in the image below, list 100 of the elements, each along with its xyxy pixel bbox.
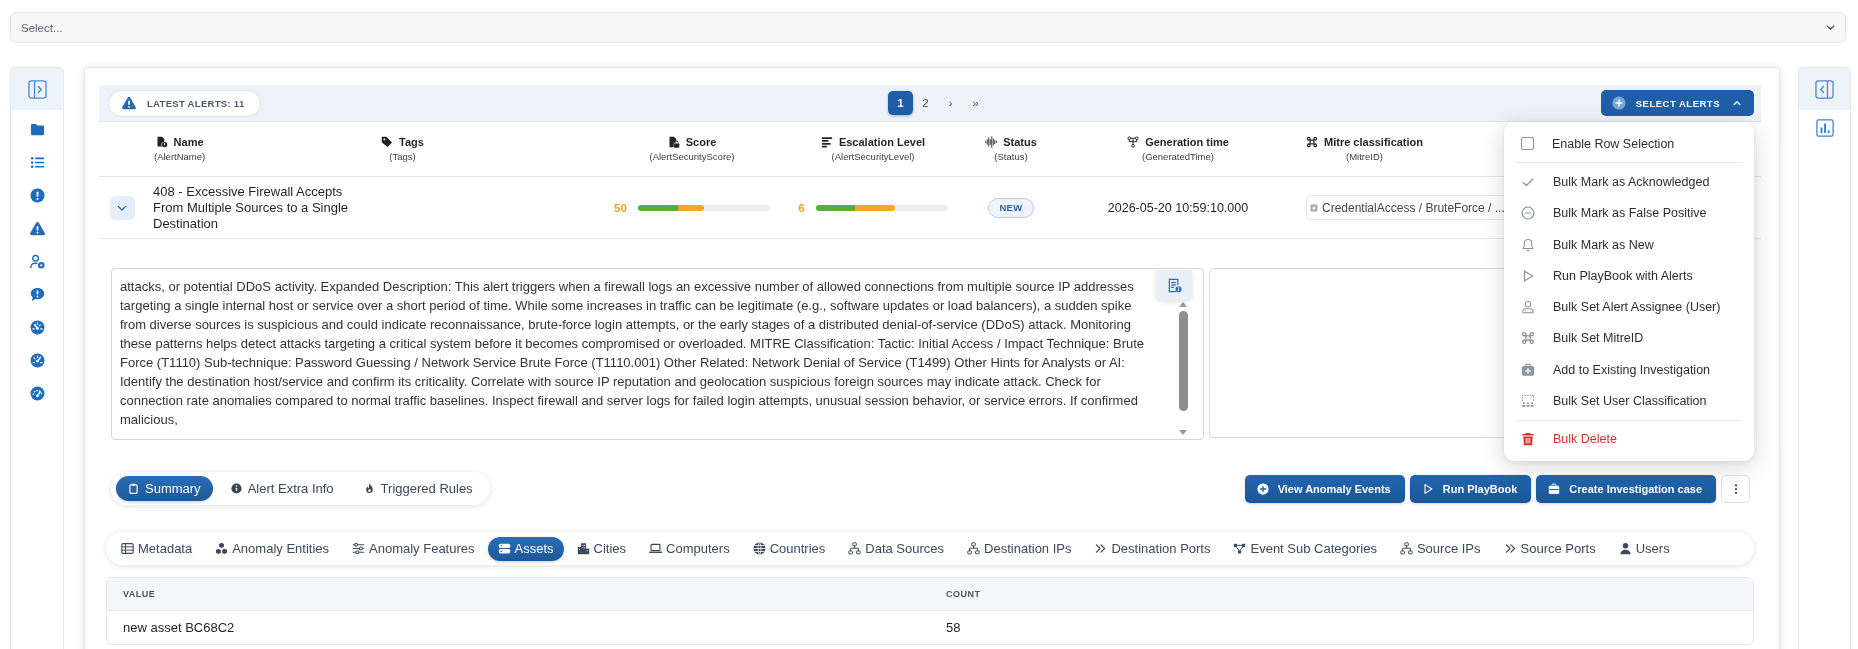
play-icon: [1521, 268, 1535, 283]
menu-item[interactable]: Bulk Delete: [1516, 423, 1742, 455]
tab[interactable]: Computers: [639, 536, 740, 561]
sidebar-expand-icon[interactable]: [27, 79, 47, 99]
tab[interactable]: Countries: [742, 536, 836, 561]
chevrons-right-icon: [1094, 542, 1108, 555]
column-title: Name: [173, 136, 204, 148]
menu-item[interactable]: Bulk Set User Classification: [1516, 385, 1742, 417]
fire-icon: [363, 483, 375, 494]
warning-icon[interactable]: [29, 221, 45, 236]
trash-icon: [1521, 432, 1535, 447]
play-icon: [1421, 482, 1434, 495]
bars-icon: [820, 136, 833, 148]
scrollbar[interactable]: [1178, 302, 1188, 435]
tab[interactable]: Cities: [566, 536, 637, 561]
mitre-text: CredentialAccess / BruteForce / ...: [1322, 200, 1505, 215]
alert-name: 408 - Excessive Firewall Accepts From Multiple Sources to a Single Destination: [153, 183, 350, 232]
menu-item[interactable]: Bulk Mark as False Positive: [1516, 197, 1742, 229]
table-cell-text: new asset BC68C2: [122, 619, 236, 637]
generation-time: 2026-05-20 10:59:10.000: [1107, 200, 1249, 215]
info-icon: [230, 483, 242, 494]
status-badge: NEW: [988, 197, 1034, 218]
sidebar-collapse-icon[interactable]: [1815, 79, 1834, 99]
column-header: COUNT: [945, 588, 982, 601]
column-title: Generation time: [1145, 136, 1229, 148]
next-page-button[interactable]: ›: [938, 91, 963, 115]
command-icon: [1521, 331, 1535, 346]
user-icon: [1618, 542, 1632, 555]
tab[interactable]: Source Ports: [1493, 536, 1606, 561]
action-button[interactable]: Run PlayBook: [1409, 474, 1532, 503]
bell-icon: [1521, 237, 1535, 252]
page-button[interactable]: 1: [888, 91, 913, 115]
table-cell-text: 58: [945, 619, 962, 637]
action-button[interactable]: Create Investigation case: [1536, 474, 1716, 503]
tab[interactable]: Destination Ports: [1084, 536, 1221, 561]
column-field-name: (AlertSecurityScore): [649, 151, 735, 162]
action-button[interactable]: View Anomaly Events: [1244, 474, 1405, 503]
column-header: VALUE: [122, 588, 157, 601]
warning-icon: [122, 96, 136, 110]
bar-chart-icon[interactable]: [1815, 119, 1834, 137]
menu-item[interactable]: Bulk Mark as New: [1516, 228, 1742, 261]
tab[interactable]: Anomaly Features: [342, 536, 485, 561]
last-page-button[interactable]: »: [963, 91, 988, 115]
globe-icon: [752, 542, 766, 555]
city-icon: [576, 542, 590, 555]
column-title: Mitre classification: [1324, 136, 1424, 148]
user-icon: [1521, 300, 1535, 315]
scroll-up-arrow-icon[interactable]: [1179, 302, 1187, 307]
tab[interactable]: Summary: [116, 476, 213, 501]
tab[interactable]: Users: [1608, 536, 1680, 561]
tab[interactable]: Source IPs: [1389, 536, 1491, 561]
folder-icon[interactable]: [29, 122, 45, 137]
menu-item[interactable]: Add to Existing Investigation: [1516, 354, 1742, 386]
sliders-icon: [352, 542, 366, 555]
document-info-button[interactable]: [1156, 270, 1192, 300]
column-field-name: (AlertName): [154, 151, 206, 162]
user-badge-icon[interactable]: [29, 254, 45, 269]
menu-item[interactable]: Bulk Mark as Acknowledged: [1516, 166, 1742, 198]
description-field[interactable]: attacks, or potential DDoS activity. Expanded Description: This alert triggers when a firewall logs an excessive number of allowed connections from multiple source IP addresses targeting a single internal host or service over a short period of time. While some increases in traffic can be legitimate (e.g., software updates or load balancers), a sudden spike from diverse sources is suspicious and could indicate reconnaissance, brute-force login attempts, or the early stages of a distributed denial-of-service (DDoS) attack. Monitoring these patterns helps detect attacks targeting a critical system before it becomes compromised or overloaded. MITRE Classification: Tactic: Initial Access / Impact Technique: Brute Force (T1110) Sub-technique: Password Guessing / Network Service Brute Force (T1110.001) Other Related: Network Denial of Service (T1499) Other Hints for Analysts or AI: Identify the destination host/service and confirm its criticality. Correlate with source IP reputation and geolocation suspicious foreign sources may indicate attack. Check for connection rate anomalies compared to normal traffic baselines. Inspect firewall and server logs for failed login attempts, unusual session behavior, or service errors. If confirmed malicious,: [111, 268, 1204, 440]
column-field-name: (AlertSecurityLevel): [831, 151, 915, 162]
scroll-down-arrow-icon[interactable]: [1179, 430, 1187, 435]
gauge-icon[interactable]: [29, 320, 45, 335]
column-title: Score: [685, 136, 717, 148]
tab[interactable]: Anomaly Entities: [205, 536, 340, 561]
checkbox[interactable]: [1521, 137, 1534, 151]
column-field-name: (GeneratedTime): [1142, 151, 1214, 162]
chevrons-right-icon: [1503, 542, 1517, 555]
column-title: Tags: [399, 136, 424, 148]
gauge-icon[interactable]: [29, 353, 45, 368]
group-icon: [1521, 394, 1535, 408]
menu-item[interactable]: Bulk Set MitreID: [1516, 322, 1742, 355]
score-value: 50: [614, 201, 627, 214]
tab[interactable]: Destination IPs: [957, 536, 1082, 561]
tab[interactable]: Assets: [487, 536, 564, 561]
tag-icon: [381, 136, 393, 148]
escalation-value: 6: [798, 201, 805, 214]
tab[interactable]: Metadata: [111, 536, 203, 561]
list-icon[interactable]: [29, 155, 45, 170]
select-alerts-button[interactable]: SELECT ALERTS: [1600, 90, 1754, 116]
briefcase-plus-icon: [1521, 362, 1535, 377]
menu-item[interactable]: Bulk Set Alert Assignee (User): [1516, 291, 1742, 323]
tab[interactable]: Event Sub Categories: [1223, 536, 1387, 561]
file-lock-icon: [667, 136, 680, 148]
tab[interactable]: Triggered Rules: [351, 476, 485, 501]
alert-circle-icon[interactable]: [29, 188, 45, 203]
minus-circle-icon: [1521, 206, 1535, 221]
server-icon: [497, 542, 511, 555]
tab[interactable]: Data Sources: [838, 536, 955, 561]
chevron-up-icon: [1732, 98, 1742, 108]
command-icon: [1306, 136, 1318, 148]
menu-item[interactable]: Run PlayBook with Alerts: [1516, 260, 1742, 292]
file-alert-icon: [155, 136, 168, 148]
gauge-icon[interactable]: [29, 386, 45, 401]
network-icon: [848, 542, 862, 555]
select-field[interactable]: Select...: [10, 12, 1846, 43]
comment-alert-icon[interactable]: [29, 287, 45, 302]
tab[interactable]: Alert Extra Info: [218, 476, 346, 501]
plus-circle-icon: [1256, 482, 1269, 495]
page-button[interactable]: 2: [913, 91, 938, 115]
menu-item[interactable]: Enable Row Selection: [1516, 128, 1742, 160]
